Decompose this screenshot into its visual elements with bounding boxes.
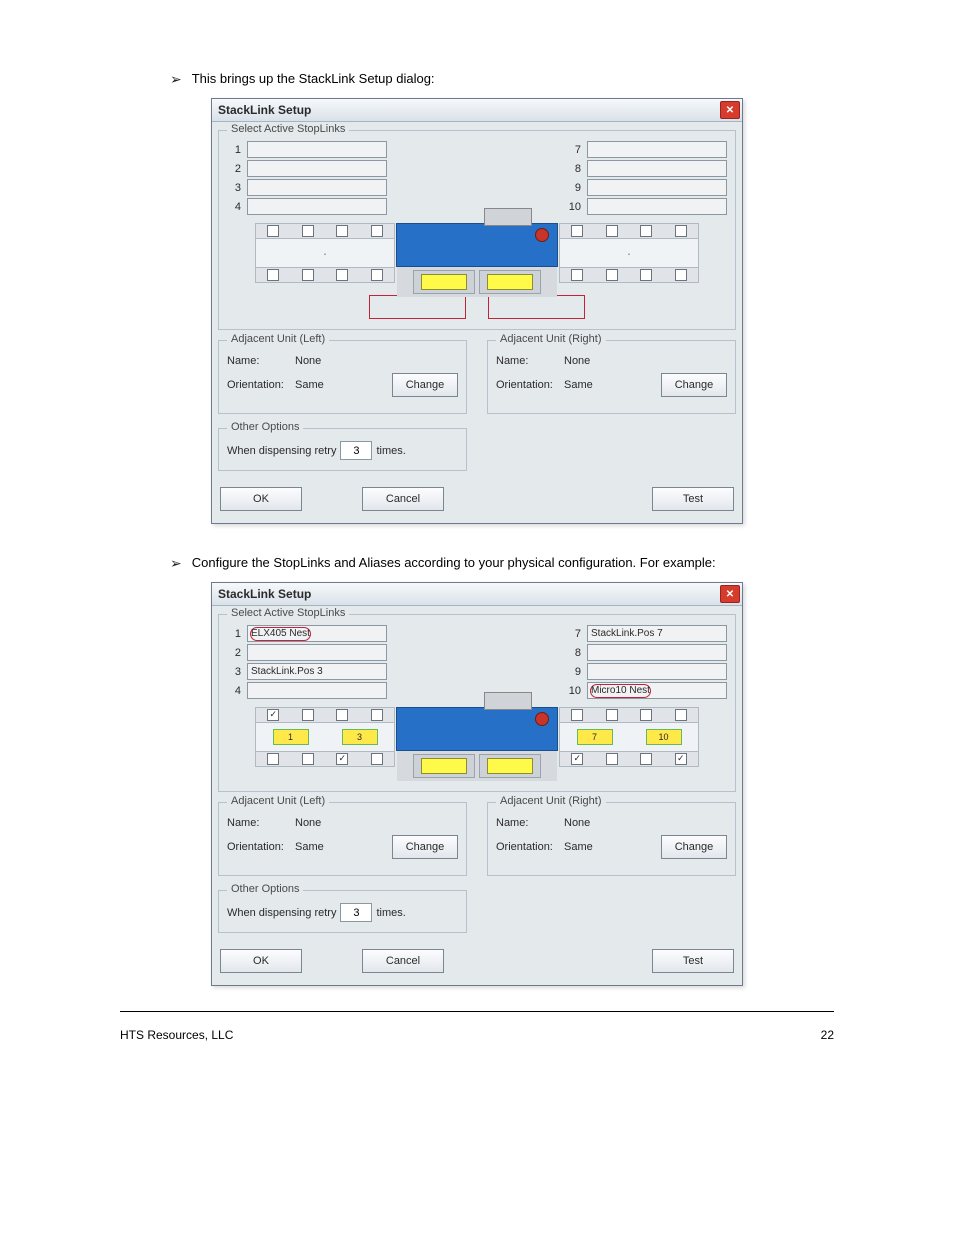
slot-7-field[interactable]: StackLink.Pos 7	[587, 625, 727, 642]
adj-right-orientation: Same	[564, 379, 593, 391]
slot-1-value: ELX405 Nest	[250, 627, 311, 641]
retry-count-input[interactable]	[340, 903, 372, 922]
checkbox-icon[interactable]	[267, 709, 279, 721]
instruction-1: ➢ This brings up the StackLink Setup dia…	[170, 70, 894, 88]
footer-rule	[120, 1011, 834, 1012]
instruction-2-text: Configure the StopLinks and Aliases acco…	[192, 554, 716, 572]
titlebar: StackLink Setup ✕	[212, 99, 742, 122]
adjacent-unit-left-group: Adjacent Unit (Left) Name:None Orientati…	[218, 340, 467, 414]
slot-9-field[interactable]	[587, 663, 727, 680]
select-active-stoplinks-group: Select Active StopLinks 1 2 3 4 7 8 9 10	[218, 130, 736, 330]
track-diagram: · ·	[227, 223, 727, 297]
plate-icon	[479, 270, 541, 294]
slot-1-field[interactable]	[247, 141, 387, 158]
highlight-box-right	[488, 295, 585, 319]
ok-button[interactable]: OK	[220, 487, 302, 511]
dialog-title: StackLink Setup	[218, 103, 311, 117]
stacklink-setup-dialog-2: StackLink Setup ✕ Select Active StopLink…	[211, 582, 743, 986]
bullet-arrow-icon: ➢	[170, 555, 182, 572]
right-slot-list: 7 8 9 10	[567, 139, 727, 217]
adjacent-unit-right-group: Adjacent Unit (Right) Name:None Orientat…	[487, 802, 736, 876]
other-options-group: Other Options When dispensing retry time…	[218, 890, 467, 933]
adjacent-unit-right-group: Adjacent Unit (Right) Name:None Orientat…	[487, 340, 736, 414]
change-left-button[interactable]: Change	[392, 373, 458, 397]
checkbox-icon[interactable]	[675, 753, 687, 765]
change-right-button[interactable]: Change	[661, 373, 727, 397]
titlebar: StackLink Setup ✕	[212, 583, 742, 606]
checkbox-icon[interactable]	[571, 753, 583, 765]
plate-icon	[479, 754, 541, 778]
position-3-marker: 3	[342, 729, 378, 745]
slot-8-field[interactable]	[587, 160, 727, 177]
slot-7-value: StackLink.Pos 7	[591, 628, 663, 639]
slot-10-value: Micro10 Nest	[590, 684, 651, 698]
adjacent-unit-left-group: Adjacent Unit (Left) Name:None Orientati…	[218, 802, 467, 876]
position-10-marker: 10	[646, 729, 682, 745]
close-icon[interactable]: ✕	[720, 101, 740, 119]
position-1-marker: 1	[273, 729, 309, 745]
cancel-button[interactable]: Cancel	[362, 487, 444, 511]
instruction-2: ➢ Configure the StopLinks and Aliases ac…	[170, 554, 894, 572]
slot-3-field[interactable]: StackLink.Pos 3	[247, 663, 387, 680]
instruction-1-text: This brings up the StackLink Setup dialo…	[192, 70, 435, 88]
slot-3-value: StackLink.Pos 3	[251, 666, 323, 677]
bullet-arrow-icon: ➢	[170, 71, 182, 88]
plate-icon	[413, 270, 475, 294]
adj-left-name: None	[295, 355, 321, 367]
slot-4-field[interactable]	[247, 682, 387, 699]
dispenser-icon	[396, 223, 558, 267]
page-footer: HTS Resources, LLC 22	[120, 1028, 834, 1042]
retry-count-input[interactable]	[340, 441, 372, 460]
close-icon[interactable]: ✕	[720, 585, 740, 603]
slot-1-field[interactable]: ELX405 Nest	[247, 625, 387, 642]
other-options-group: Other Options When dispensing retry time…	[218, 428, 467, 471]
left-slot-list: 1ELX405 Nest 2 3StackLink.Pos 3 4	[227, 623, 387, 701]
position-7-marker: 7	[577, 729, 613, 745]
footer-page-number: 22	[821, 1028, 834, 1042]
change-left-button[interactable]: Change	[392, 835, 458, 859]
slot-10-field[interactable]	[587, 198, 727, 215]
select-active-stoplinks-group: Select Active StopLinks 1ELX405 Nest 2 3…	[218, 614, 736, 792]
checkbox-icon[interactable]	[336, 753, 348, 765]
slot-2-field[interactable]	[247, 160, 387, 177]
group-legend: Select Active StopLinks	[227, 123, 349, 135]
slot-10-field[interactable]: Micro10 Nest	[587, 682, 727, 699]
dialog-title: StackLink Setup	[218, 587, 311, 601]
highlight-box-left	[369, 295, 466, 319]
adj-right-name: None	[564, 355, 590, 367]
right-slot-list: 7StackLink.Pos 7 8 9 10Micro10 Nest	[567, 623, 727, 701]
slot-9-field[interactable]	[587, 179, 727, 196]
slot-3-field[interactable]	[247, 179, 387, 196]
test-button[interactable]: Test	[652, 487, 734, 511]
plate-icon	[413, 754, 475, 778]
slot-8-field[interactable]	[587, 644, 727, 661]
adj-left-orientation: Same	[295, 379, 324, 391]
track-diagram: 1 3	[227, 707, 727, 781]
footer-left: HTS Resources, LLC	[120, 1028, 233, 1042]
slot-7-field[interactable]	[587, 141, 727, 158]
dispenser-icon	[396, 707, 558, 751]
stacklink-setup-dialog-1: StackLink Setup ✕ Select Active StopLink…	[211, 98, 743, 524]
cancel-button[interactable]: Cancel	[362, 949, 444, 973]
ok-button[interactable]: OK	[220, 949, 302, 973]
left-slot-list: 1 2 3 4	[227, 139, 387, 217]
slot-4-field[interactable]	[247, 198, 387, 215]
change-right-button[interactable]: Change	[661, 835, 727, 859]
slot-2-field[interactable]	[247, 644, 387, 661]
test-button[interactable]: Test	[652, 949, 734, 973]
